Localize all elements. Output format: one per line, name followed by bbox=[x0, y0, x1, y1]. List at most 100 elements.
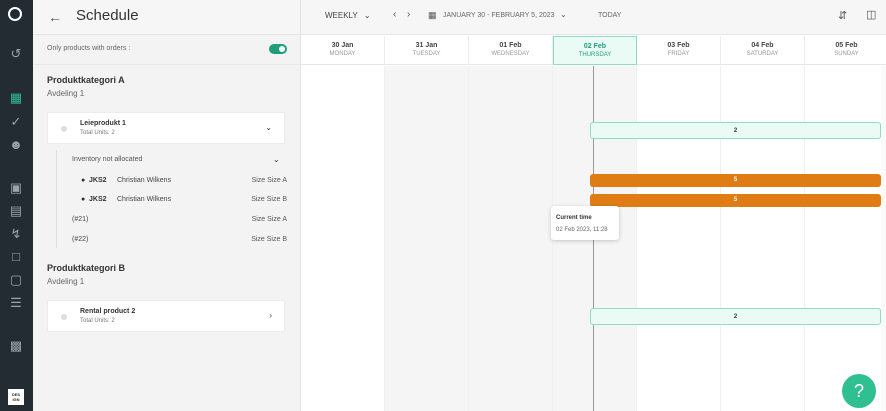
user-icon[interactable]: ☻ bbox=[8, 137, 24, 153]
inbox-icon[interactable]: ▤ bbox=[8, 203, 24, 219]
check-icon[interactable]: ✓ bbox=[8, 114, 24, 130]
filter-settings-icon[interactable]: ⇵ bbox=[838, 9, 847, 22]
product-thumbnail bbox=[61, 314, 67, 320]
day-header[interactable]: 02 Feb THURSDAY bbox=[553, 36, 637, 65]
day-column[interactable] bbox=[637, 66, 721, 411]
item-code: JKS2 bbox=[89, 196, 107, 203]
chevron-down-icon[interactable]: ⌄ bbox=[265, 123, 272, 132]
day-date: 03 Feb bbox=[667, 42, 690, 49]
chevron-down-icon[interactable]: ⌄ bbox=[560, 10, 567, 19]
day-weekday: SUNDAY bbox=[834, 51, 859, 57]
day-header[interactable]: 05 Feb SUNDAY bbox=[805, 36, 886, 65]
booking-bar[interactable]: 5 bbox=[590, 194, 881, 207]
prev-week-icon[interactable]: ‹ bbox=[393, 9, 396, 20]
sliders-icon[interactable]: ☰ bbox=[8, 295, 24, 311]
product-name: Rental product 2 bbox=[80, 308, 136, 315]
message-icon[interactable]: ▢ bbox=[8, 272, 24, 288]
tooltip-title: Current time bbox=[556, 215, 592, 221]
person-icon: ● bbox=[81, 196, 86, 203]
layout-grid-icon[interactable]: ◫ bbox=[866, 8, 876, 21]
inventory-row[interactable]: (#21) Size Size A bbox=[72, 216, 287, 228]
chevron-down-icon: ⌄ bbox=[363, 11, 371, 20]
day-date: 01 Feb bbox=[499, 42, 522, 49]
day-header[interactable]: 30 Jan MONDAY bbox=[301, 36, 385, 65]
booking-bar[interactable]: 2 bbox=[590, 122, 881, 139]
booking-count: 2 bbox=[733, 314, 738, 320]
inventory-row[interactable]: ● JKS2 Christian Wilkens Size Size B bbox=[72, 196, 287, 208]
day-date: 04 Feb bbox=[751, 42, 774, 49]
day-column[interactable] bbox=[385, 66, 469, 411]
date-range[interactable]: JANUARY 30 - FEBRUARY 5, 2023 bbox=[443, 12, 555, 19]
product-name: Leieprodukt 1 bbox=[80, 120, 126, 127]
cake-icon[interactable]: ▩ bbox=[8, 338, 24, 354]
history-icon[interactable]: ↺ bbox=[8, 46, 24, 62]
day-header[interactable]: 01 Feb WEDNESDAY bbox=[469, 36, 553, 65]
person-name: Christian Wilkens bbox=[117, 196, 172, 203]
chat-icon[interactable]: □ bbox=[8, 249, 24, 265]
calendar-toolbar: WEEKLY ⌄ ‹ › ▦ JANUARY 30 - FEBRUARY 5, … bbox=[301, 0, 886, 35]
chevron-down-icon[interactable]: ⌄ bbox=[273, 155, 280, 164]
inventory-row[interactable]: ● JKS2 Christian Wilkens Size Size A bbox=[72, 177, 287, 189]
person-icon: ● bbox=[81, 177, 86, 184]
schedule-calendar: WEEKLY ⌄ ‹ › ▦ JANUARY 30 - FEBRUARY 5, … bbox=[301, 0, 886, 411]
filter-row: Only products with orders : bbox=[33, 35, 300, 65]
day-column[interactable] bbox=[721, 66, 805, 411]
product-thumbnail bbox=[61, 126, 67, 132]
scrollbar[interactable] bbox=[881, 66, 886, 411]
day-column[interactable] bbox=[469, 66, 553, 411]
booking-count: 5 bbox=[733, 197, 738, 203]
product-units: Total Units: 2 bbox=[80, 318, 115, 324]
day-date: 05 Feb bbox=[835, 42, 858, 49]
view-mode-select[interactable]: WEEKLY ⌄ bbox=[325, 11, 371, 20]
tooltip-value: 02 Feb 2023, 11:28 bbox=[556, 227, 608, 233]
filter-label: Only products with orders : bbox=[47, 45, 131, 52]
day-header[interactable]: 03 Feb FRIDAY bbox=[637, 36, 721, 65]
category-subtitle: Avdeling 1 bbox=[47, 89, 85, 98]
day-weekday: SATURDAY bbox=[746, 51, 779, 57]
tree-line bbox=[56, 150, 57, 248]
inventory-row[interactable]: (#22) Size Size B bbox=[72, 236, 287, 248]
today-button[interactable]: TODAY bbox=[598, 12, 621, 19]
next-week-icon[interactable]: › bbox=[407, 9, 410, 20]
product-units: Total Units: 2 bbox=[80, 130, 115, 136]
help-button[interactable]: ? bbox=[842, 374, 876, 408]
day-date: 30 Jan bbox=[331, 42, 354, 49]
booking-bar[interactable]: 2 bbox=[590, 308, 881, 325]
nav-rail: ↺ ▦ ✓ ☻ ▣ ▤ ↯ □ ▢ ☰ ▩ DES IGN bbox=[0, 0, 33, 411]
day-weekday: FRIDAY bbox=[667, 51, 690, 57]
day-header[interactable]: 31 Jan TUESDAY bbox=[385, 36, 469, 65]
calendar-icon[interactable]: ▦ bbox=[8, 90, 24, 106]
category-title: Produktkategori B bbox=[47, 263, 126, 273]
booking-count: 5 bbox=[733, 177, 738, 183]
orders-only-toggle[interactable] bbox=[269, 44, 287, 54]
day-column[interactable] bbox=[805, 66, 886, 411]
item-size: Size Size B bbox=[251, 236, 287, 243]
booking-count: 2 bbox=[733, 128, 738, 134]
chevron-right-icon[interactable]: › bbox=[269, 311, 272, 320]
day-date: 02 Feb bbox=[583, 43, 607, 50]
day-weekday: TUESDAY bbox=[412, 51, 441, 57]
product-card[interactable]: Leieprodukt 1 Total Units: 2 ⌄ bbox=[47, 112, 285, 144]
day-header[interactable]: 04 Feb SATURDAY bbox=[721, 36, 805, 65]
current-time-tooltip: Current time 02 Feb 2023, 11:28 bbox=[551, 206, 619, 240]
view-mode-label: WEEKLY bbox=[325, 11, 358, 20]
day-weekday: THURSDAY bbox=[578, 52, 612, 58]
page-title: Schedule bbox=[76, 7, 139, 24]
item-code: JKS2 bbox=[89, 177, 107, 184]
day-column[interactable] bbox=[301, 66, 385, 411]
app-logo-icon[interactable] bbox=[8, 7, 22, 21]
category-subtitle: Avdeling 1 bbox=[47, 277, 85, 286]
contact-icon[interactable]: ▣ bbox=[8, 180, 24, 196]
product-card[interactable]: Rental product 2 Total Units: 2 › bbox=[47, 300, 285, 332]
calendar-icon[interactable]: ▦ bbox=[428, 10, 437, 21]
back-arrow-icon[interactable]: ← bbox=[48, 9, 62, 25]
brand-logo: DES IGN bbox=[8, 389, 24, 405]
item-size: Size Size B bbox=[251, 196, 287, 203]
day-weekday: MONDAY bbox=[329, 51, 356, 57]
day-weekday: WEDNESDAY bbox=[491, 51, 530, 57]
inventory-header[interactable]: Inventory not allocated bbox=[72, 156, 142, 163]
item-size: Size Size A bbox=[251, 177, 287, 184]
booking-bar[interactable]: 5 bbox=[590, 174, 881, 187]
category-title: Produktkategori A bbox=[47, 75, 125, 85]
bolt-icon[interactable]: ↯ bbox=[8, 226, 24, 242]
